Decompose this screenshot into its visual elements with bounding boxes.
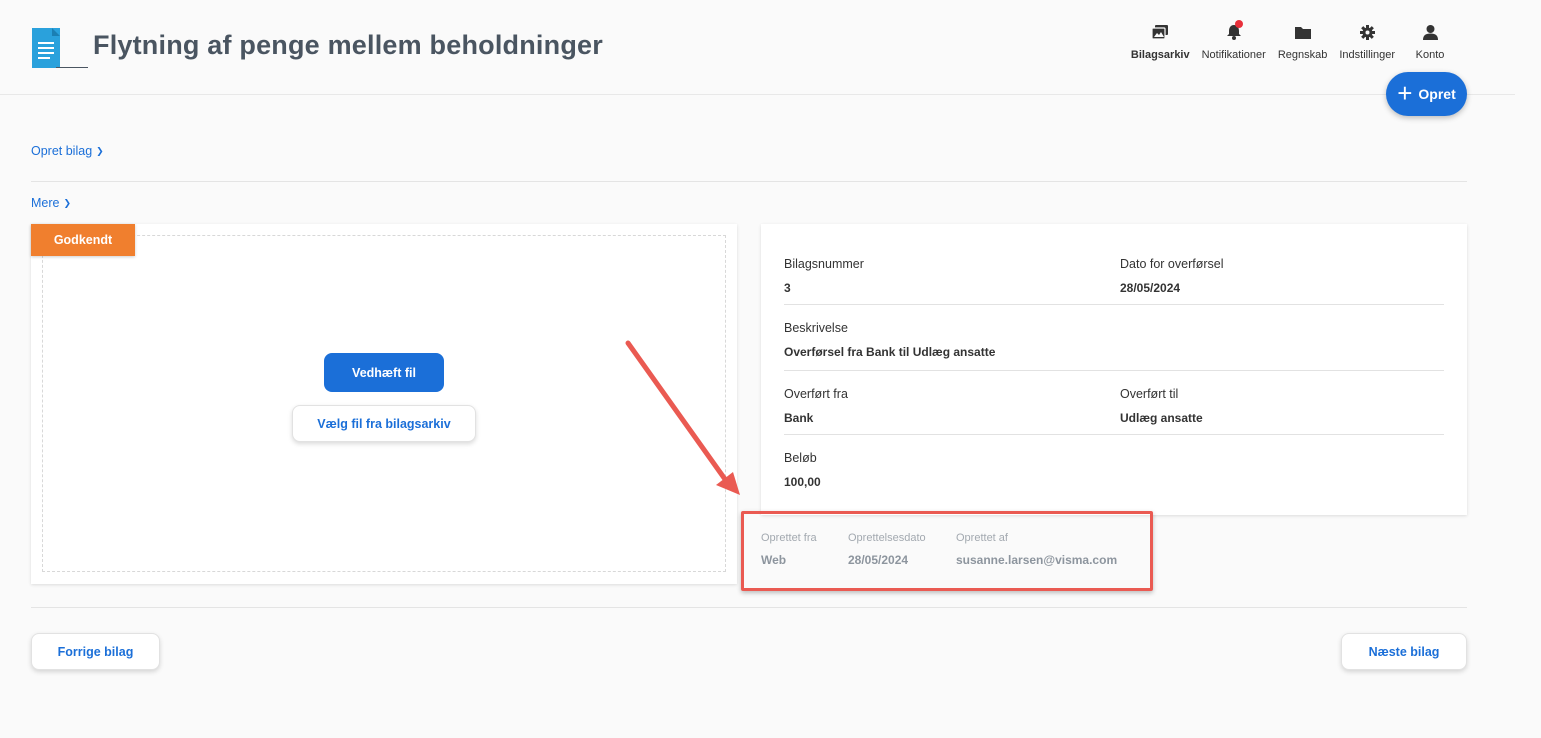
user-icon [1420, 22, 1440, 42]
file-dropzone[interactable] [42, 235, 726, 572]
field-label: Beløb [784, 451, 817, 465]
previous-voucher-button[interactable]: Forrige bilag [31, 633, 160, 670]
transferred-from-field: Overført fra Bank [784, 387, 848, 425]
amount-field: Beløb 100,00 [784, 451, 821, 489]
chevron-down-icon: ❯ [96, 146, 104, 156]
nav-label: Notifikationer [1201, 49, 1266, 61]
next-voucher-button[interactable]: Næste bilag [1341, 633, 1467, 670]
choose-from-archive-button[interactable]: Vælg fil fra bilagsarkiv [292, 405, 476, 442]
field-value: 100,00 [784, 475, 821, 489]
field-label: Bilagsnummer [784, 257, 864, 271]
highlight-box [741, 511, 1153, 591]
more-label: Mere [31, 196, 60, 210]
create-button[interactable]: + Opret [1386, 72, 1467, 116]
nav-indstillinger[interactable]: Indstillinger [1333, 22, 1401, 61]
field-value: Overførsel fra Bank til Udlæg ansatte [784, 345, 996, 359]
create-voucher-label: Opret bilag [31, 144, 93, 158]
nav-konto[interactable]: Konto [1401, 22, 1459, 61]
field-value: 3 [784, 281, 791, 295]
create-voucher-toggle[interactable]: Opret bilag ❯ [31, 144, 104, 158]
field-label: Beskrivelse [784, 321, 848, 335]
transfer-date-field: Dato for overførsel 28/05/2024 [1120, 257, 1224, 295]
nav-label: Konto [1415, 49, 1445, 61]
nav-notifikationer[interactable]: Notifikationer [1196, 20, 1272, 61]
field-value: Bank [784, 411, 814, 425]
divider [31, 181, 1467, 182]
nav-regnskab[interactable]: Regnskab [1272, 22, 1334, 61]
notification-dot [1234, 20, 1243, 28]
status-badge: Godkendt [31, 224, 135, 256]
nav-label: Regnskab [1277, 49, 1328, 61]
photo-archive-icon [1150, 22, 1170, 42]
chevron-down-icon: ❯ [63, 198, 72, 208]
top-navigation: Bilagsarkiv Notifikationer Regnskab Inds… [1125, 20, 1459, 61]
divider [784, 370, 1444, 371]
divider [784, 304, 1444, 305]
create-button-label: Opret [1418, 86, 1456, 102]
folder-icon [1293, 22, 1313, 42]
details-card: Bilagsnummer 3 Dato for overførsel 28/05… [761, 224, 1467, 515]
attach-file-button[interactable]: Vedhæft fil [324, 353, 444, 392]
transferred-to-field: Overført til Udlæg ansatte [1120, 387, 1203, 425]
plus-icon: + [1397, 77, 1413, 108]
voucher-number-field: Bilagsnummer 3 [784, 257, 864, 295]
description-field: Beskrivelse Overførsel fra Bank til Udlæ… [784, 321, 995, 359]
nav-label: Indstillinger [1339, 49, 1395, 61]
more-toggle[interactable]: Mere ❯ [31, 196, 71, 210]
nav-label: Bilagsarkiv [1130, 49, 1190, 61]
divider [784, 434, 1444, 435]
field-value: Udlæg ansatte [1120, 411, 1203, 425]
header: Flytning af penge mellem beholdninger Bi… [0, 0, 1515, 95]
document-icon [32, 28, 88, 68]
attachment-card [31, 224, 737, 584]
nav-bilagsarkiv[interactable]: Bilagsarkiv [1125, 22, 1196, 61]
field-label: Overført fra [784, 387, 848, 401]
field-label: Overført til [1120, 387, 1179, 401]
bell-icon [1224, 20, 1244, 42]
page: Flytning af penge mellem beholdninger Bi… [0, 0, 1541, 738]
page-title: Flytning af penge mellem beholdninger [93, 30, 603, 60]
divider [31, 607, 1467, 608]
gear-icon [1357, 22, 1377, 42]
field-value: 28/05/2024 [1120, 281, 1181, 295]
field-label: Dato for overførsel [1120, 257, 1224, 271]
